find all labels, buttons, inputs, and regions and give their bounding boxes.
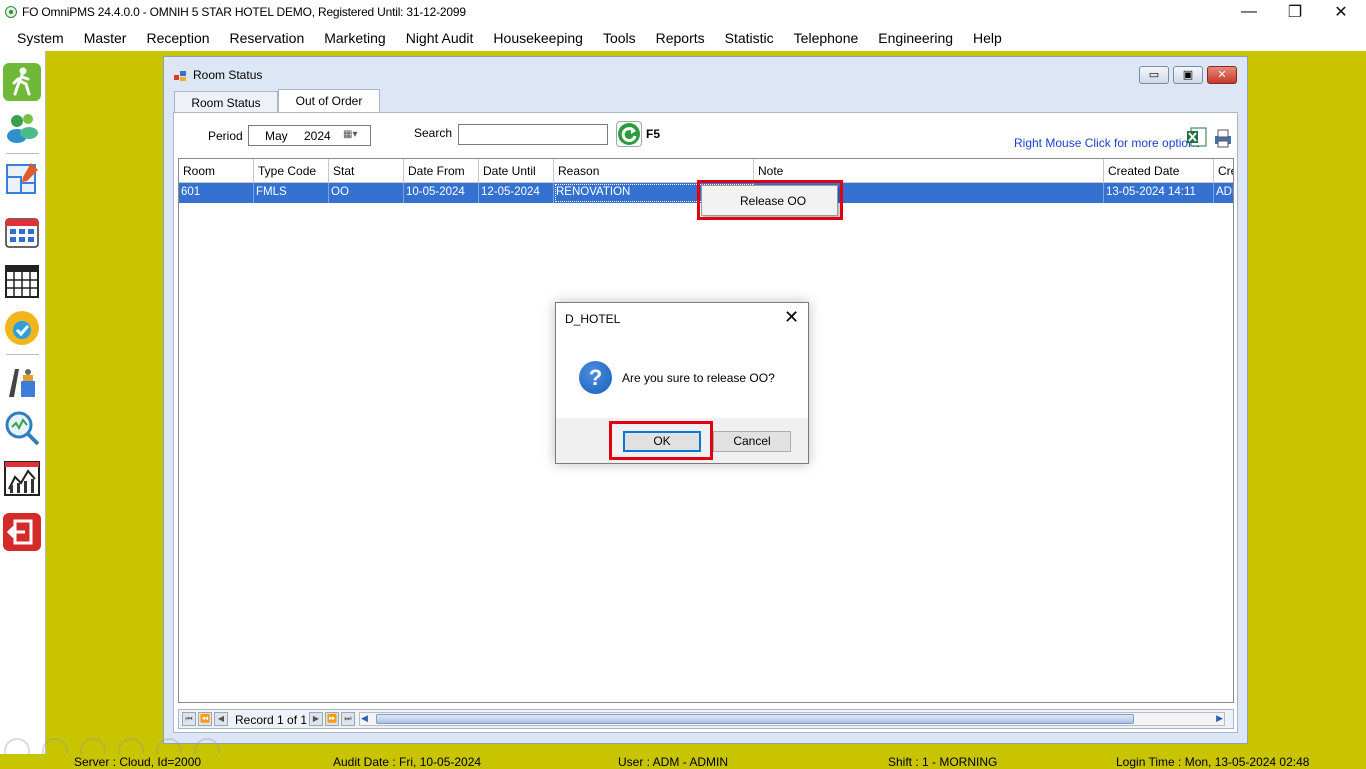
- available-badge-icon[interactable]: [3, 309, 41, 347]
- next-record-button[interactable]: ▶: [309, 712, 323, 726]
- status-shift: Shift : 1 - MORNING: [888, 755, 998, 769]
- last-record-button[interactable]: ⏭: [341, 712, 355, 726]
- column-header[interactable]: Type Code: [254, 159, 329, 183]
- export-excel-icon[interactable]: [1186, 127, 1208, 147]
- column-header[interactable]: Date From: [404, 159, 479, 183]
- cell-date-until: 12-05-2024: [479, 183, 554, 203]
- highlight-ok-button: [609, 421, 713, 460]
- toolbar-separator: [6, 354, 39, 355]
- exit-icon[interactable]: [3, 513, 41, 551]
- search-label: Search: [414, 126, 453, 140]
- refresh-icon: [618, 123, 640, 145]
- menu-bar: System Master Reception Reservation Mark…: [0, 24, 1366, 51]
- cell-created-date: 13-05-2024 14:11: [1104, 183, 1214, 203]
- status-login-time: Login Time : Mon, 13-05-2024 02:48: [1116, 755, 1310, 769]
- print-icon[interactable]: [1212, 128, 1234, 148]
- calendar-dropdown-icon[interactable]: ▦▾: [343, 129, 357, 140]
- analytics-search-icon[interactable]: [3, 409, 41, 447]
- column-header[interactable]: Created Date: [1104, 159, 1214, 183]
- prev-page-button[interactable]: ⏪: [198, 712, 212, 726]
- cancel-button[interactable]: Cancel: [713, 431, 791, 452]
- left-toolbar: [0, 51, 46, 754]
- menu-housekeeping[interactable]: Housekeeping: [483, 30, 593, 46]
- child-close-button[interactable]: ✕: [1207, 66, 1237, 84]
- floor-plan-icon[interactable]: [3, 159, 41, 197]
- next-page-button[interactable]: ⏩: [325, 712, 339, 726]
- menu-night-audit[interactable]: Night Audit: [396, 30, 484, 46]
- statistics-chart-icon[interactable]: [3, 459, 41, 497]
- menu-tools[interactable]: Tools: [593, 30, 646, 46]
- window-title: FO OmniPMS 24.4.0.0 - OMNIH 5 STAR HOTEL…: [22, 5, 466, 19]
- right-click-hint: Right Mouse Click for more options: [1014, 136, 1201, 150]
- column-header[interactable]: Room: [179, 159, 254, 183]
- child-maximize-button[interactable]: ▣: [1173, 66, 1203, 84]
- cell-date-from: 10-05-2024: [404, 183, 479, 203]
- column-header[interactable]: Cre: [1214, 159, 1233, 183]
- menu-reservation[interactable]: Reservation: [220, 30, 315, 46]
- cell-stat: OO: [329, 183, 404, 203]
- question-icon: ?: [579, 361, 612, 394]
- dialog-close-icon[interactable]: ✕: [784, 307, 799, 328]
- tab-room-status[interactable]: Room Status: [174, 91, 278, 114]
- status-server: Server : Cloud, Id=2000: [74, 755, 202, 769]
- status-audit-date: Audit Date : Fri, 10-05-2024: [333, 755, 482, 769]
- dialog-message: Are you sure to release OO?: [622, 371, 775, 385]
- app-icon: [5, 6, 17, 18]
- walk-in-icon[interactable]: [3, 63, 41, 101]
- toolbar-separator: [6, 153, 39, 154]
- minimize-button[interactable]: —: [1226, 0, 1272, 24]
- dialog-title: D_HOTEL: [565, 312, 621, 326]
- status-bar: Server : Cloud, Id=2000 Audit Date : Fri…: [0, 754, 1366, 769]
- menu-engineering[interactable]: Engineering: [868, 30, 963, 46]
- menu-master[interactable]: Master: [74, 30, 137, 46]
- menu-marketing[interactable]: Marketing: [314, 30, 395, 46]
- record-navigator: ⏮ ⏪ ◀ Record 1 of 1 ▶ ⏩ ⏭ ◀ ▶: [178, 709, 1234, 729]
- record-count: Record 1 of 1: [235, 713, 308, 727]
- column-header[interactable]: Date Until: [479, 159, 554, 183]
- prev-record-button[interactable]: ◀: [214, 712, 228, 726]
- scroll-left-icon[interactable]: ◀: [361, 713, 368, 724]
- housekeeping-icon[interactable]: [3, 363, 41, 401]
- horizontal-scrollbar[interactable]: ◀ ▶: [359, 712, 1225, 726]
- calendar-2023-icon[interactable]: [3, 261, 41, 299]
- period-picker[interactable]: May 2024 ▦▾: [248, 125, 371, 146]
- refresh-button[interactable]: [616, 121, 642, 147]
- room-calendar-icon[interactable]: [3, 213, 41, 251]
- menu-statistic[interactable]: Statistic: [715, 30, 784, 46]
- cell-room: 601: [179, 183, 254, 203]
- title-bar: FO OmniPMS 24.4.0.0 - OMNIH 5 STAR HOTEL…: [0, 0, 1366, 24]
- child-minimize-button[interactable]: ▭: [1139, 66, 1169, 84]
- menu-reports[interactable]: Reports: [646, 30, 715, 46]
- close-button[interactable]: ✕: [1318, 0, 1364, 24]
- room-status-window-icon: [174, 71, 186, 81]
- cell-type-code: FMLS: [254, 183, 329, 203]
- menu-help[interactable]: Help: [963, 30, 1012, 46]
- menu-reception[interactable]: Reception: [136, 30, 219, 46]
- search-input[interactable]: [458, 124, 608, 145]
- status-user: User : ADM - ADMIN: [618, 755, 729, 769]
- period-label: Period: [208, 129, 243, 143]
- guests-icon[interactable]: [3, 109, 41, 147]
- column-header[interactable]: Stat: [329, 159, 404, 183]
- restore-button[interactable]: ❐: [1272, 0, 1318, 24]
- tab-out-of-order[interactable]: Out of Order: [278, 89, 380, 113]
- cell-created-by: ADM: [1214, 183, 1233, 203]
- period-month: May: [265, 129, 288, 143]
- highlight-release-oo: [697, 180, 843, 220]
- menu-telephone[interactable]: Telephone: [784, 30, 869, 46]
- menu-system[interactable]: System: [7, 30, 74, 46]
- scroll-right-icon[interactable]: ▶: [1216, 713, 1223, 724]
- scrollbar-thumb[interactable]: [376, 714, 1134, 724]
- period-year: 2024: [304, 129, 331, 143]
- child-window-title: Room Status: [193, 68, 263, 82]
- first-record-button[interactable]: ⏮: [182, 712, 196, 726]
- refresh-shortcut-label: F5: [646, 127, 661, 141]
